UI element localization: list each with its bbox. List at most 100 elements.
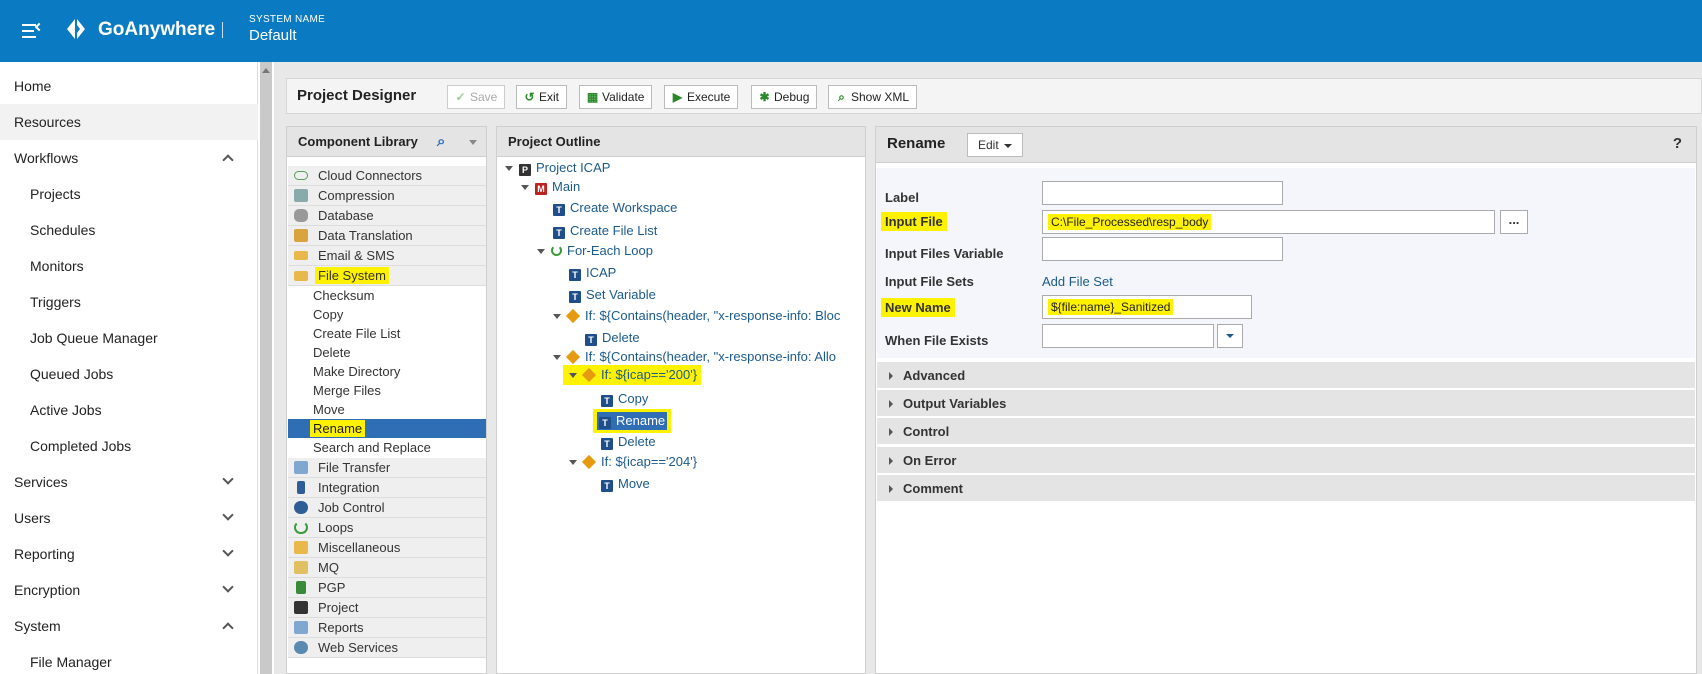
- condition-icon: [581, 367, 597, 383]
- library-category[interactable]: Data Translation: [288, 226, 486, 246]
- show-xml-label: Show XML: [851, 90, 910, 104]
- nav-queued-jobs[interactable]: Queued Jobs: [0, 356, 258, 392]
- tree-node-project[interactable]: P Project ICAP: [505, 158, 610, 178]
- dropdown-button[interactable]: [1217, 324, 1243, 348]
- section-output-variables[interactable]: Output Variables: [877, 390, 1695, 417]
- library-item[interactable]: Copy: [288, 305, 486, 324]
- data-translation-icon: [294, 229, 308, 242]
- tree-node-task[interactable]: T Delete: [601, 432, 656, 452]
- tree-node-if[interactable]: If: ${Contains(header, "x-response-info:…: [553, 347, 836, 367]
- library-item[interactable]: Make Directory: [288, 362, 486, 381]
- collapse-icon[interactable]: [521, 185, 529, 191]
- library-category[interactable]: Integration: [288, 478, 486, 498]
- nav-resources[interactable]: Resources: [0, 104, 258, 140]
- library-item[interactable]: Move: [288, 400, 486, 419]
- nav-triggers[interactable]: Triggers: [0, 284, 258, 320]
- collapse-icon[interactable]: [537, 249, 545, 255]
- library-category[interactable]: File Transfer: [288, 458, 486, 478]
- execute-button[interactable]: ▶ Execute: [664, 85, 739, 109]
- tree-node-if-200[interactable]: If: ${icap=='200'}: [563, 365, 702, 385]
- mq-icon: [294, 561, 308, 574]
- nav-encryption[interactable]: Encryption: [0, 572, 258, 608]
- library-category[interactable]: Loops: [288, 518, 486, 538]
- help-icon[interactable]: ?: [1673, 135, 1682, 152]
- nav-active-jobs[interactable]: Active Jobs: [0, 392, 258, 428]
- tree-node-task[interactable]: T Create File List: [553, 221, 657, 241]
- exit-button[interactable]: ↺ Exit: [516, 85, 568, 109]
- collapse-icon[interactable]: [505, 166, 513, 172]
- search-icon[interactable]: ⌕: [437, 127, 445, 157]
- tree-node-task[interactable]: T Delete: [585, 328, 640, 348]
- tree-node-main[interactable]: M Main: [521, 177, 580, 197]
- tree-node-rename-selected[interactable]: T Rename: [593, 409, 672, 433]
- tree-node-if[interactable]: If: ${Contains(header, "x-response-info:…: [553, 306, 840, 326]
- menu-collapse-icon[interactable]: [22, 20, 44, 40]
- edit-dropdown-button[interactable]: Edit: [967, 133, 1023, 157]
- nav-reporting[interactable]: Reporting: [0, 536, 258, 572]
- caret-down-icon: [1003, 143, 1012, 148]
- dropdown-caret-icon[interactable]: [469, 140, 477, 145]
- section-control[interactable]: Control: [877, 418, 1695, 445]
- section-advanced[interactable]: Advanced: [877, 362, 1695, 389]
- tree-node-if-204[interactable]: If: ${icap=='204'}: [569, 452, 697, 472]
- nav-workflows[interactable]: Workflows: [0, 140, 258, 176]
- library-category[interactable]: Job Control: [288, 498, 486, 518]
- tree-node-task[interactable]: T Set Variable: [569, 285, 656, 305]
- validate-button[interactable]: ▦ Validate: [579, 85, 653, 109]
- library-item-rename[interactable]: Rename: [288, 419, 486, 438]
- input-files-variable-input[interactable]: [1042, 237, 1283, 261]
- properties-form: Label Input File C:\File_Processed\resp_…: [877, 168, 1695, 358]
- collapse-icon[interactable]: [569, 460, 577, 466]
- collapse-icon[interactable]: [569, 373, 577, 379]
- new-name-field[interactable]: ${file:name}_Sanitized: [1042, 295, 1252, 319]
- nav-schedules[interactable]: Schedules: [0, 212, 258, 248]
- library-item[interactable]: Delete: [288, 343, 486, 362]
- section-on-error[interactable]: On Error: [877, 447, 1695, 474]
- tree-node-loop[interactable]: For-Each Loop: [537, 241, 653, 261]
- tree-node-task[interactable]: T Move: [601, 474, 650, 494]
- add-file-set-link[interactable]: Add File Set: [1042, 274, 1113, 289]
- tree-node-task[interactable]: T Copy: [601, 389, 648, 409]
- scroll-up-arrow-icon[interactable]: [262, 68, 270, 73]
- save-button[interactable]: ✓ Save: [447, 85, 506, 109]
- nav-file-manager[interactable]: File Manager: [0, 644, 258, 674]
- nav-home[interactable]: Home: [0, 68, 258, 104]
- nav-system[interactable]: System: [0, 608, 258, 644]
- tree-node-task[interactable]: T Create Workspace: [553, 198, 677, 218]
- input-file-field[interactable]: C:\File_Processed\resp_body: [1042, 210, 1495, 234]
- library-item[interactable]: Search and Replace: [288, 438, 486, 457]
- library-item[interactable]: Merge Files: [288, 381, 486, 400]
- library-item[interactable]: Create File List: [288, 324, 486, 343]
- library-category[interactable]: Compression: [288, 186, 486, 206]
- label-input[interactable]: [1042, 181, 1283, 205]
- library-category-file-system[interactable]: File System: [288, 266, 486, 286]
- library-category[interactable]: Cloud Connectors: [288, 166, 486, 186]
- section-comment[interactable]: Comment: [877, 475, 1695, 502]
- show-xml-button[interactable]: ⌕ Show XML: [828, 85, 918, 109]
- library-category[interactable]: Web Services: [288, 638, 486, 658]
- tree-node-task[interactable]: T ICAP: [569, 263, 616, 283]
- browse-button[interactable]: ...: [1500, 210, 1528, 234]
- collapse-icon[interactable]: [553, 355, 561, 361]
- nav-monitors[interactable]: Monitors: [0, 248, 258, 284]
- library-category[interactable]: Project: [288, 598, 486, 618]
- nav-projects[interactable]: Projects: [0, 176, 258, 212]
- expand-icon: [889, 372, 893, 380]
- nav-scrollbar[interactable]: [260, 62, 272, 674]
- library-category[interactable]: Database: [288, 206, 486, 226]
- collapse-icon[interactable]: [553, 314, 561, 320]
- library-category[interactable]: Reports: [288, 618, 486, 638]
- nav-services[interactable]: Services: [0, 464, 258, 500]
- library-category[interactable]: PGP: [288, 578, 486, 598]
- nav-completed-jobs[interactable]: Completed Jobs: [0, 428, 258, 464]
- task-icon: T: [601, 395, 613, 407]
- library-item[interactable]: Checksum: [288, 286, 486, 305]
- debug-button[interactable]: ✱ Debug: [751, 85, 818, 109]
- nav-job-queue-manager[interactable]: Job Queue Manager: [0, 320, 258, 356]
- when-file-exists-select[interactable]: [1042, 324, 1214, 348]
- expand-icon: [889, 428, 893, 436]
- library-category[interactable]: MQ: [288, 558, 486, 578]
- library-category[interactable]: Miscellaneous: [288, 538, 486, 558]
- nav-users[interactable]: Users: [0, 500, 258, 536]
- library-category[interactable]: Email & SMS: [288, 246, 486, 266]
